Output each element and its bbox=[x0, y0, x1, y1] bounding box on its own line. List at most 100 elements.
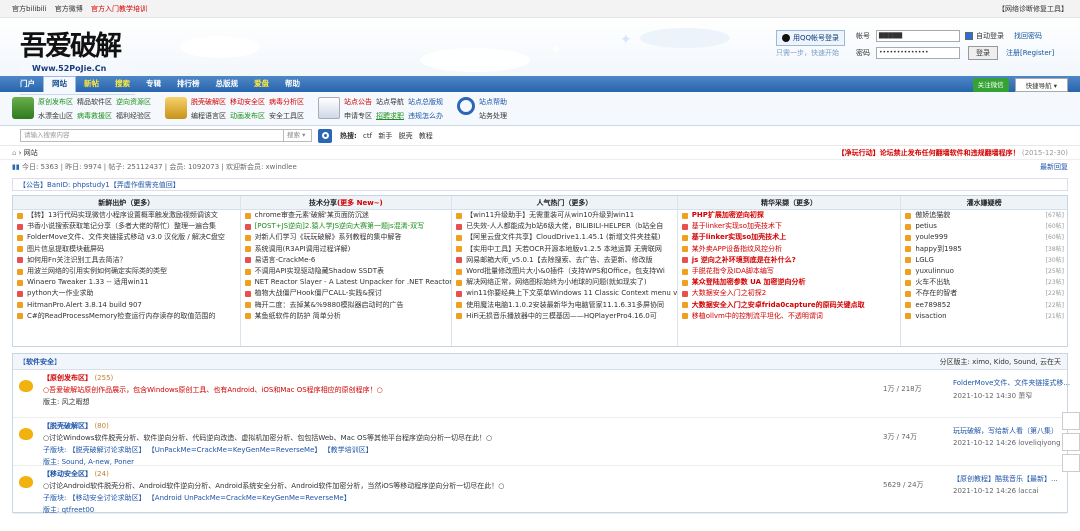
home-icon[interactable]: ⌂ bbox=[12, 149, 16, 157]
side-search-icon[interactable] bbox=[1062, 412, 1080, 430]
user-item[interactable]: yuxulinnuo [25帖] bbox=[901, 266, 1067, 277]
topic-item[interactable]: python大一作业求助 bbox=[13, 288, 240, 299]
user-item[interactable]: 傲娇追猫貌 [67帖] bbox=[901, 210, 1067, 221]
column-header[interactable]: 新鲜出炉（更多） bbox=[13, 196, 240, 210]
username-input[interactable]: ▇▇▇▇▇ bbox=[876, 29, 960, 42]
quick-nav-dropdown[interactable]: 快捷导航 ▾ bbox=[1014, 78, 1068, 92]
auto-login-checkbox[interactable] bbox=[965, 31, 973, 40]
topic-item[interactable]: HiFi无损音乐播放器中的三模基因——HQPlayerPro4.16.0可 bbox=[452, 311, 677, 322]
user-item[interactable]: youle999 [60帖] bbox=[901, 232, 1067, 243]
subnav-apply[interactable]: 申请专区 bbox=[344, 112, 372, 120]
subnav-programming[interactable]: 编程语言区 bbox=[191, 112, 226, 120]
topic-item[interactable]: win11你要经典上下文菜单Windows 11 Classic Context… bbox=[452, 288, 677, 299]
column-header[interactable]: 精华采撷（更多） bbox=[677, 196, 901, 210]
qq-login-button[interactable]: 用QQ帐号登录 bbox=[776, 30, 846, 46]
topic-item[interactable]: 大数据安全入门之安卓frida0capture的原码关键点取 bbox=[678, 300, 901, 311]
subnav-welfare[interactable]: 福利经验区 bbox=[116, 112, 151, 120]
subnav-security-tools[interactable]: 安全工具区 bbox=[269, 112, 304, 120]
topic-item[interactable]: 某众登陆加密参数 UA 加密逆向分析 bbox=[678, 277, 901, 288]
topic-item[interactable]: 大数据安全入门之初探2 bbox=[678, 288, 901, 299]
last-post-title[interactable]: FolderMove文件、文件夹链接式移... bbox=[953, 378, 1073, 388]
forum-title[interactable]: 【脱壳破解区】 (80) bbox=[43, 421, 1067, 431]
subnav-virus-analysis[interactable]: 病毒分析区 bbox=[269, 98, 304, 106]
topic-item[interactable]: [POST+JS逆向]2.猿人学JS逆向大赛第一题js混淆-双写 bbox=[241, 221, 452, 232]
topic-item[interactable]: 某鱼纸软件的防护 简单分析 bbox=[241, 311, 452, 322]
topic-item[interactable]: Word批量修改图片大小&0插件（支持WPS和Office，包支持Wi bbox=[452, 266, 677, 277]
topic-item[interactable]: C#的ReadProcessMemory检查运行内存读存的取值范围的 bbox=[13, 311, 240, 322]
subnav-mountain[interactable]: 水漂金山区 bbox=[38, 112, 73, 120]
topic-item[interactable]: 如何用Fn关注识别工具去简洁？ bbox=[13, 255, 240, 266]
announcement-text[interactable]: 【公告】BanID: phpstudy1【弄虚作假需充值回】 bbox=[19, 180, 180, 190]
column-header[interactable]: 灌水嫌疑榜 bbox=[901, 196, 1067, 210]
hot-item[interactable]: 新手 bbox=[378, 132, 392, 140]
user-item[interactable]: petius [60帖] bbox=[901, 221, 1067, 232]
user-item[interactable]: LGLG [30帖] bbox=[901, 255, 1067, 266]
topic-item[interactable]: FolderMove文件、文件夹链接式移动 v3.0 汉化版 / 解决C盘空 bbox=[13, 232, 240, 243]
top-link-bilibili[interactable]: 官方bilibili bbox=[12, 5, 47, 13]
network-tool-link[interactable]: 【网络诊断修复工具】 bbox=[998, 4, 1068, 14]
topic-item[interactable]: 基于linker实现so加壳技术上 bbox=[678, 232, 901, 243]
subnav-animation[interactable]: 动画发布区 bbox=[230, 112, 265, 120]
subnav-mobile-security[interactable]: 移动安全区 bbox=[230, 98, 265, 106]
last-post-title[interactable]: 【原创教程】酷我音乐【最新】... bbox=[953, 474, 1073, 484]
topic-item[interactable]: 梅开二度：去掉某&%9880模拟器启动时的广告 bbox=[241, 300, 452, 311]
last-post-title[interactable]: 玩玩破解，写给新人看（第八集） bbox=[953, 426, 1073, 436]
topic-item[interactable]: 对新人们学习《玩玩破解》系列教程的集中解答 bbox=[241, 232, 452, 243]
register-link[interactable]: 注册[Register] bbox=[1006, 48, 1054, 58]
password-input[interactable]: •••••••••••••• bbox=[876, 46, 960, 59]
site-alert[interactable]: 【净玩行动】论坛禁止发布任何翻墙软件和违规翻墙程序！ bbox=[838, 149, 1020, 157]
nav-website[interactable]: 网站 bbox=[43, 76, 76, 92]
topic-item[interactable]: 【win11升级助手】无需重装可从win10升级到win11 bbox=[452, 210, 677, 221]
hot-item[interactable]: 脱壳 bbox=[399, 132, 413, 140]
user-item[interactable]: visaction [21帖] bbox=[901, 311, 1067, 322]
login-button[interactable]: 登录 bbox=[968, 45, 998, 60]
topic-item[interactable]: 【阿里云盘文件共享】CloudDrive1.1.45.1 (新增文件夹挂载) bbox=[452, 232, 677, 243]
topic-item[interactable]: NET Reactor Slayer - A Latest Unpacker f… bbox=[241, 277, 451, 288]
topic-item[interactable]: 移植ollvm中的控制流平坦化、不透明谓词 bbox=[678, 311, 901, 322]
search-input[interactable]: 请输入搜索内容 bbox=[20, 129, 284, 142]
subnav-unpack[interactable]: 脱壳破解区 bbox=[191, 98, 226, 106]
nav-new-posts[interactable]: 新帖 bbox=[76, 76, 107, 92]
forum-title[interactable]: 【原创发布区】 (255) bbox=[43, 373, 1067, 383]
topic-item[interactable]: 某外卖APP设备指纹风控分析 bbox=[678, 244, 901, 255]
subnav-virus-rescue[interactable]: 病毒救援区 bbox=[77, 112, 112, 120]
topic-item[interactable]: 用波兰网络的引用实例如何确定实际类的类型 bbox=[13, 266, 240, 277]
user-item[interactable]: ee789852 [22帖] bbox=[901, 300, 1067, 311]
topic-item[interactable]: 网易邮箱大师_v5.0.1【去除搜索、去广告、去更新、修改版 bbox=[452, 255, 677, 266]
subnav-affairs[interactable]: 站务处理 bbox=[479, 112, 507, 120]
user-item[interactable]: 火车不出轨 [23帖] bbox=[901, 277, 1067, 288]
hot-item[interactable]: ctf bbox=[363, 132, 372, 140]
topic-item[interactable]: Winaero Tweaker 1.33 -- 适用win11 bbox=[13, 277, 240, 288]
topic-item[interactable]: 易语言-CrackMe-6 bbox=[241, 255, 452, 266]
topic-item[interactable]: js 逆向之补环境到底是在补什么? bbox=[678, 255, 901, 266]
nav-portal[interactable]: 门户 bbox=[12, 76, 43, 92]
subnav-fine-software[interactable]: 精品软件区 bbox=[77, 98, 112, 106]
topic-item[interactable]: 【实用中工具】天若OCR开源本地版v1.2.5 本地运算 无需联网 bbox=[452, 244, 677, 255]
find-password-link[interactable]: 找回密码 bbox=[1014, 31, 1042, 41]
topic-item[interactable]: 基于linker实现so加壳技术下 bbox=[678, 221, 901, 232]
subnav-reverse-resources[interactable]: 逆向资源区 bbox=[116, 98, 151, 106]
site-logo[interactable]: 吾爱破解 Www.52PoJie.Cn bbox=[20, 24, 135, 95]
nav-aipan[interactable]: 爱盘 bbox=[246, 76, 277, 92]
nav-search[interactable]: 搜索 bbox=[107, 76, 138, 92]
topic-item[interactable]: chrome审查元素'破解'某页面防沉迷 bbox=[241, 210, 452, 221]
nav-albums[interactable]: 专辑 bbox=[138, 76, 169, 92]
topic-item[interactable]: 手脱花指令及IDA脚本编写 bbox=[678, 266, 901, 277]
user-item[interactable]: 不存在的智者 [22帖] bbox=[901, 288, 1067, 299]
topic-item[interactable]: 系统调用(R3API调用过程详解) bbox=[241, 244, 452, 255]
top-link-weibo[interactable]: 官方微博 bbox=[55, 5, 83, 13]
subnav-jobs[interactable]: 招聘求职 bbox=[376, 112, 404, 120]
topic-item[interactable]: 不调用API实现驱动隐藏Shadow SSDT表 bbox=[241, 266, 452, 277]
subnav-violations[interactable]: 违规怎么办 bbox=[408, 112, 443, 120]
topic-item[interactable]: 图片信息提取模块截屏码 bbox=[13, 244, 240, 255]
search-type-select[interactable]: 搜索 ▾ bbox=[284, 129, 312, 142]
latest-replies-link[interactable]: 最新回复 bbox=[1040, 162, 1068, 172]
side-message-icon[interactable] bbox=[1062, 433, 1080, 451]
forum-subforums[interactable]: 子版块: 【脱壳破解讨论求助区】 【UnPackMe=CrackMe=KeyGe… bbox=[43, 445, 1067, 455]
subnav-site-rules[interactable]: 站点总版规 bbox=[408, 98, 443, 106]
top-link-training[interactable]: 官方入门教学培训 bbox=[91, 5, 147, 13]
forum-title[interactable]: 【移动安全区】 (24) bbox=[43, 469, 1067, 479]
topic-item[interactable]: HitmanPro.Alert 3.8.14 build 907 bbox=[13, 300, 240, 311]
topic-item[interactable]: 植物大战僵尸Hook僵尸CALL-实践&探讨 bbox=[241, 288, 452, 299]
topic-item[interactable]: 已失效-人人都能成为b站6级大佬，BILIBILI-HELPER（b站全自 bbox=[452, 221, 677, 232]
